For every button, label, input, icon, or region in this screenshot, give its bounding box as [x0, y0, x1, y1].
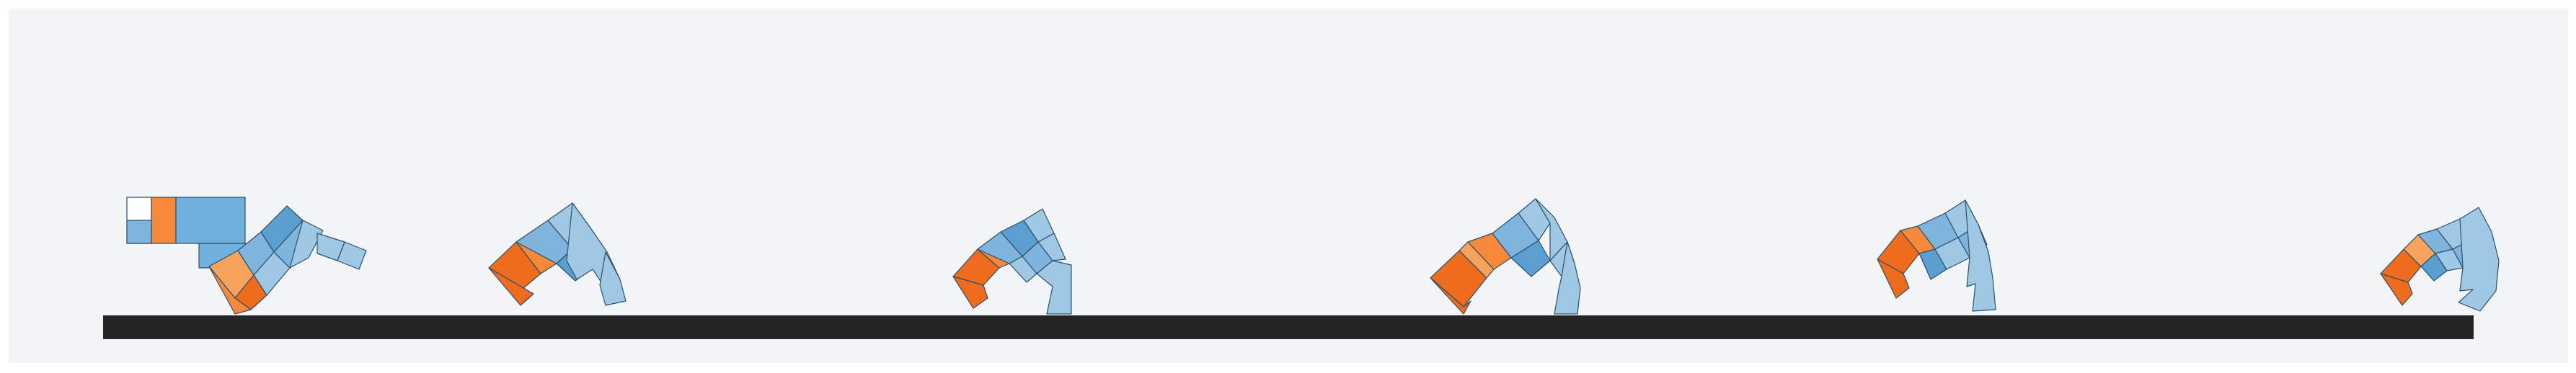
- creature-frame-2: [488, 202, 627, 306]
- ground-platform: [103, 315, 2474, 339]
- creature-frame-6: [2380, 207, 2500, 312]
- simulation-scene: [103, 197, 2500, 339]
- creature-frame-5: [1877, 199, 1996, 312]
- creature-frame-4: [1430, 198, 1581, 315]
- creature-frame-3: [952, 208, 1072, 315]
- creature-frame-1: [126, 197, 367, 315]
